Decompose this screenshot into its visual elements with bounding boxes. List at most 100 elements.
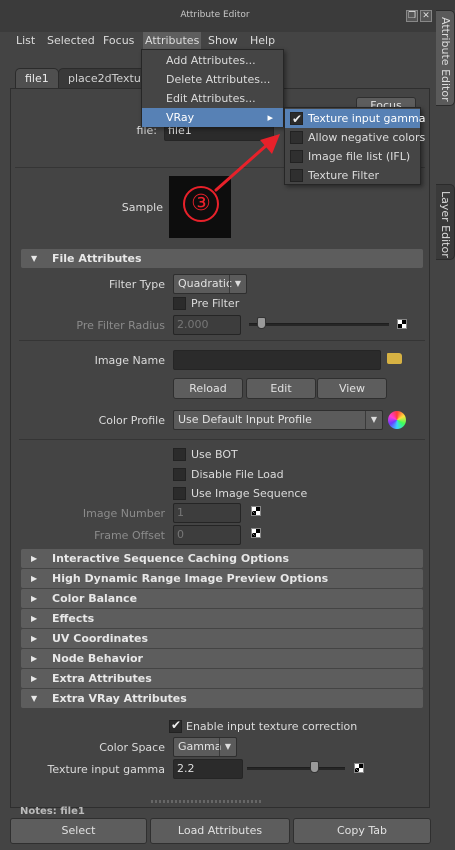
image-name-label: Image Name [94, 354, 165, 367]
disable-file-load-checkbox[interactable] [173, 468, 186, 481]
pre-filter-label: Pre Filter [191, 297, 240, 310]
tab-file1[interactable]: file1 [15, 68, 59, 88]
map-button-icon[interactable] [397, 319, 407, 329]
menu-help[interactable]: Help [248, 32, 277, 50]
map-button-icon[interactable] [251, 506, 261, 516]
tab-attribute-editor[interactable]: Attribute Editor [436, 10, 455, 106]
menu-list[interactable]: List [14, 32, 37, 50]
menu-show[interactable]: Show [206, 32, 240, 50]
menu-item-edit-attributes[interactable]: Edit Attributes... [142, 89, 283, 108]
float-window-icon[interactable]: ❐ [406, 10, 418, 22]
use-bot-label: Use BOT [191, 448, 238, 461]
menu-item-texture-filter[interactable]: Texture Filter [285, 166, 420, 185]
section-extra-vray-attributes[interactable]: ▼ Extra VRay Attributes [21, 689, 423, 708]
menu-bar: List Selected Focus Attributes Show Help [8, 32, 428, 50]
pre-filter-radius-slider-handle[interactable] [257, 317, 266, 329]
image-name-field[interactable] [173, 350, 381, 370]
checkbox-icon [290, 150, 303, 163]
chevron-down-icon: ▼ [229, 275, 246, 293]
filter-type-label: Filter Type [108, 278, 165, 291]
collapsed-triangle-icon: ▶ [31, 614, 38, 623]
frame-offset-field[interactable]: 0 [173, 525, 241, 545]
section-color-balance[interactable]: ▶ Color Balance [21, 589, 423, 608]
texture-input-gamma-slider-handle[interactable] [310, 761, 319, 773]
texture-input-gamma-field[interactable]: 2.2 [173, 759, 243, 779]
sample-label: Sample [121, 201, 163, 214]
menu-item-vray[interactable]: VRay ▸ [142, 108, 283, 127]
tab-layer-editor[interactable]: Layer Editor [436, 184, 455, 260]
window-title: Attribute Editor [180, 10, 250, 20]
section-hdr-image-preview[interactable]: ▶ High Dynamic Range Image Preview Option… [21, 569, 423, 588]
menu-selected[interactable]: Selected [45, 32, 97, 50]
checkmark-icon [290, 110, 303, 129]
load-attributes-button[interactable]: Load Attributes [150, 818, 290, 844]
texture-input-gamma-label: Texture input gamma [47, 763, 165, 776]
section-interactive-sequence-caching[interactable]: ▶ Interactive Sequence Caching Options [21, 549, 423, 568]
resize-handle[interactable] [151, 800, 261, 803]
use-image-sequence-label: Use Image Sequence [191, 487, 308, 500]
color-space-dropdown[interactable]: Gamma ▼ [173, 737, 237, 757]
submenu-arrow-icon: ▸ [267, 111, 273, 124]
map-button-icon[interactable] [251, 528, 261, 538]
collapsed-triangle-icon: ▶ [31, 674, 38, 683]
menu-item-image-file-list[interactable]: Image file list (IFL) [285, 147, 420, 166]
disable-file-load-label: Disable File Load [191, 468, 284, 481]
menu-item-add-attributes[interactable]: Add Attributes... [142, 51, 283, 70]
pre-filter-radius-slider[interactable] [249, 323, 389, 326]
menu-attributes[interactable]: Attributes [143, 32, 201, 50]
folder-icon[interactable] [387, 353, 402, 364]
section-effects[interactable]: ▶ Effects [21, 609, 423, 628]
expanded-triangle-icon: ▼ [31, 694, 38, 703]
use-bot-checkbox[interactable] [173, 448, 186, 461]
use-image-sequence-checkbox[interactable] [173, 487, 186, 500]
reload-button[interactable]: Reload [173, 378, 243, 399]
enable-input-texture-correction-label: Enable input texture correction [186, 720, 358, 733]
collapsed-triangle-icon: ▶ [31, 574, 38, 583]
enable-input-texture-correction-checkbox[interactable] [169, 718, 182, 733]
pre-filter-radius-field[interactable]: 2.000 [173, 315, 241, 335]
expanded-triangle-icon: ▼ [31, 254, 38, 263]
checkbox-icon [290, 131, 303, 144]
chevron-down-icon: ▼ [365, 411, 382, 429]
side-tab-strip: Attribute Editor Layer Editor [436, 10, 455, 850]
attributes-menu: Add Attributes... Delete Attributes... E… [141, 49, 284, 127]
color-wheel-icon[interactable] [388, 411, 406, 429]
collapsed-triangle-icon: ▶ [31, 654, 38, 663]
close-window-icon[interactable]: ✕ [420, 10, 432, 22]
section-file-attributes[interactable]: ▼ File Attributes [21, 249, 423, 268]
collapsed-triangle-icon: ▶ [31, 554, 38, 563]
collapsed-triangle-icon: ▶ [31, 594, 38, 603]
color-profile-label: Color Profile [98, 414, 165, 427]
edit-button[interactable]: Edit [246, 378, 316, 399]
collapsed-triangle-icon: ▶ [31, 634, 38, 643]
copy-tab-button[interactable]: Copy Tab [293, 818, 431, 844]
menu-item-delete-attributes[interactable]: Delete Attributes... [142, 70, 283, 89]
title-bar: Attribute Editor ❐ ✕ [0, 0, 455, 32]
tab-place2dtexture[interactable]: place2dTexture [58, 68, 154, 88]
filter-type-dropdown[interactable]: Quadratic ▼ [173, 274, 247, 294]
section-node-behavior[interactable]: ▶ Node Behavior [21, 649, 423, 668]
section-uv-coordinates[interactable]: ▶ UV Coordinates [21, 629, 423, 648]
pre-filter-radius-label: Pre Filter Radius [76, 319, 165, 332]
menu-focus[interactable]: Focus [101, 32, 136, 50]
view-button[interactable]: View [317, 378, 387, 399]
section-extra-attributes[interactable]: ▶ Extra Attributes [21, 669, 423, 688]
color-space-label: Color Space [99, 741, 165, 754]
chevron-down-icon: ▼ [219, 738, 236, 756]
color-profile-dropdown[interactable]: Use Default Input Profile ▼ [173, 410, 383, 430]
menu-item-texture-input-gamma[interactable]: Texture input gamma [285, 109, 425, 129]
frame-offset-label: Frame Offset [94, 529, 165, 542]
notes-label: Notes: file1 [20, 806, 85, 817]
menu-item-allow-negative-colors[interactable]: Allow negative colors [285, 128, 425, 147]
divider [19, 340, 425, 341]
select-button[interactable]: Select [10, 818, 147, 844]
pre-filter-checkbox[interactable] [173, 297, 186, 310]
checkbox-icon [290, 169, 303, 182]
annotation-arrow [214, 134, 280, 192]
vray-submenu: Texture input gamma Allow negative color… [284, 107, 425, 185]
divider [19, 439, 425, 440]
texture-input-gamma-slider[interactable] [247, 767, 345, 770]
image-number-label: Image Number [82, 507, 165, 520]
map-button-icon[interactable] [354, 763, 364, 773]
image-number-field[interactable]: 1 [173, 503, 241, 523]
